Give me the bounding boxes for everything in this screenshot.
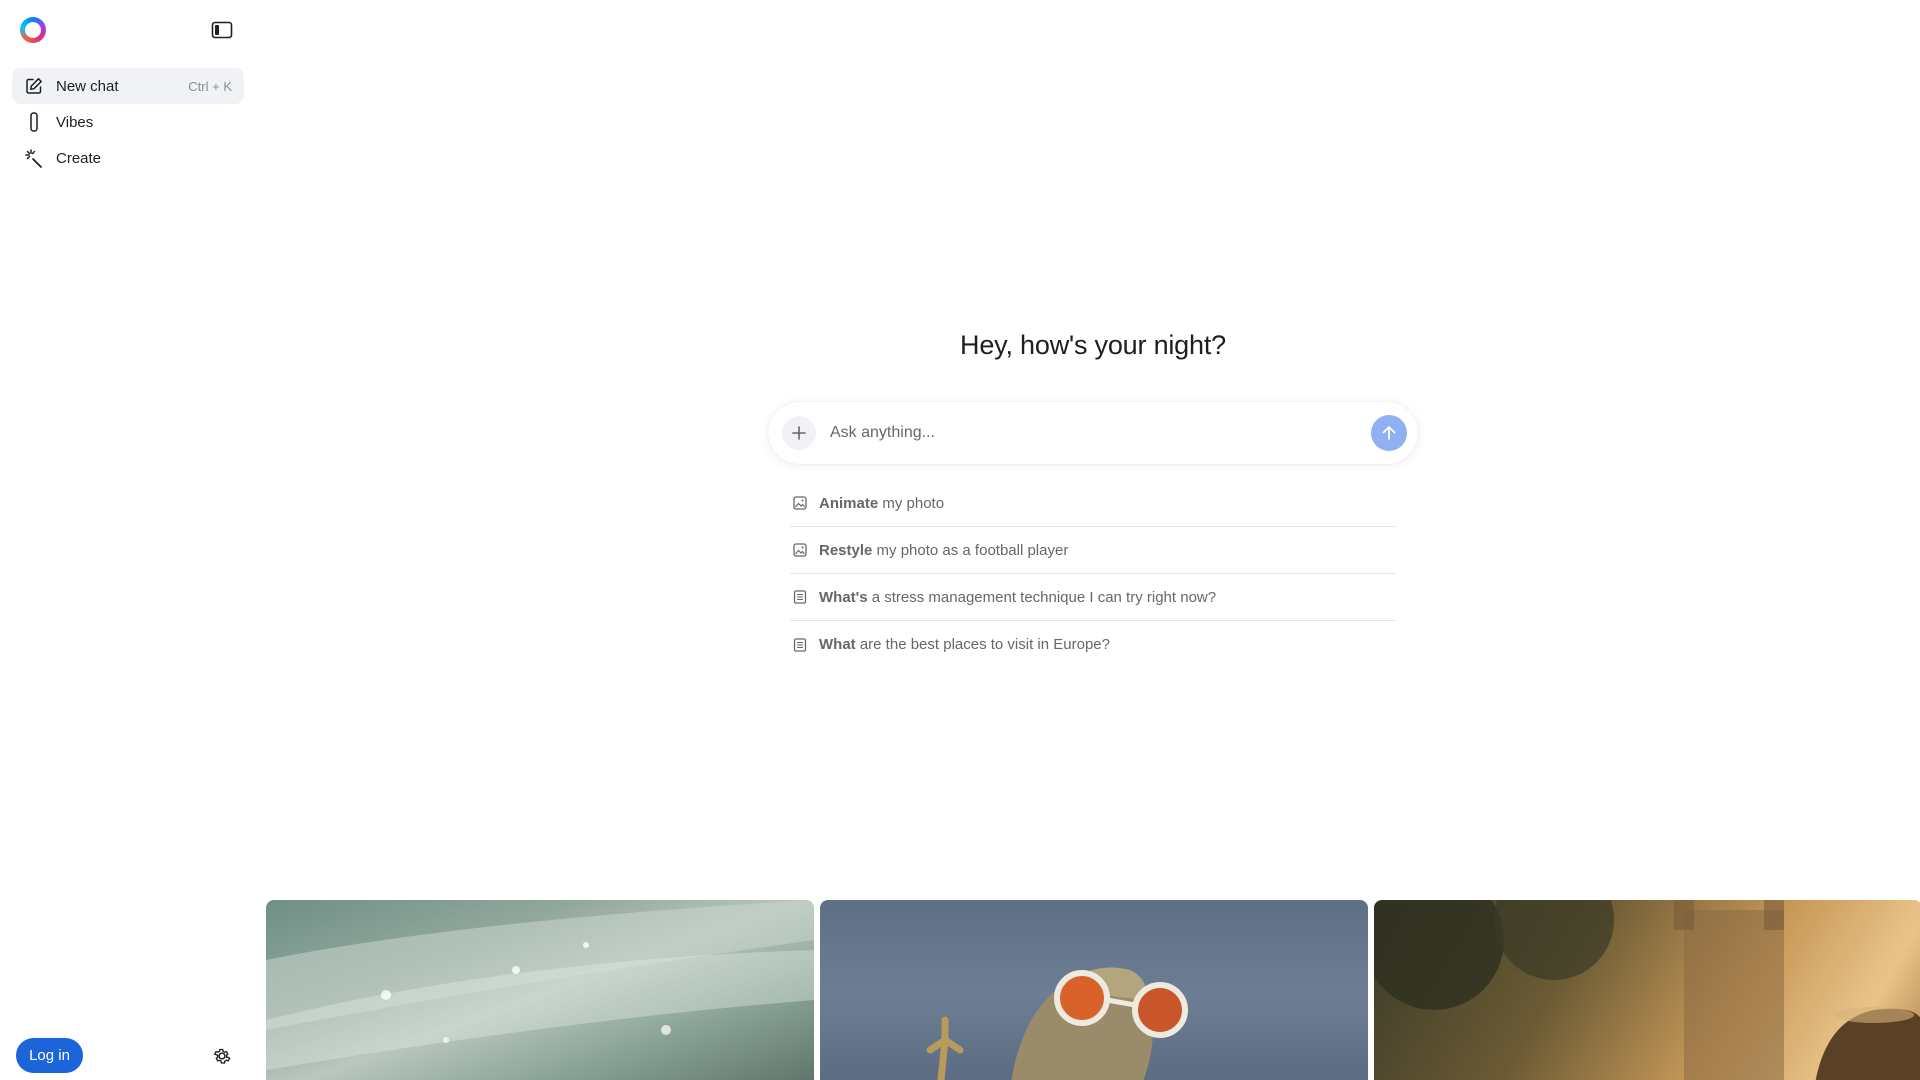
document-icon — [792, 637, 808, 653]
suggestion-list: Animate my photo Restyle my photo as a f… — [790, 480, 1396, 668]
sparkle-wand-icon — [24, 148, 44, 168]
ask-input[interactable] — [830, 418, 1330, 448]
suggestion-text: a stress management technique I can try … — [867, 588, 1217, 606]
suggestion-text: my photo as a football player — [872, 541, 1069, 559]
login-button[interactable]: Log in — [16, 1038, 83, 1073]
suggestion-item[interactable]: Restyle my photo as a football player — [790, 527, 1396, 574]
fountain-building-image — [1374, 900, 1920, 1080]
sidebar: New chat Ctrl + K Vibes Create Log in — [0, 0, 258, 1080]
plus-icon — [792, 426, 806, 440]
sidebar-item-vibes[interactable]: Vibes — [12, 104, 244, 140]
sidebar-item-new-chat[interactable]: New chat Ctrl + K — [12, 68, 244, 104]
gear-icon[interactable] — [210, 1044, 234, 1068]
suggestion-item[interactable]: What are the best places to visit in Eur… — [790, 621, 1396, 668]
suggestion-item[interactable]: What's a stress management technique I c… — [790, 574, 1396, 621]
sidebar-item-label: Create — [56, 149, 102, 167]
sidebar-toggle-icon[interactable] — [208, 18, 236, 42]
keyboard-shortcut: Ctrl + K — [188, 78, 232, 94]
suggestion-bold: Restyle — [819, 541, 873, 559]
suggestion-bold: What — [819, 636, 856, 653]
suggestion-text: are the best places to visit in Europe? — [855, 636, 1110, 653]
feed-image-card[interactable] — [820, 900, 1368, 1080]
feed-image-card[interactable] — [1374, 900, 1920, 1080]
image-icon — [792, 495, 808, 511]
send-button[interactable] — [1371, 415, 1407, 451]
sidebar-item-create[interactable]: Create — [12, 140, 244, 176]
phone-icon — [24, 112, 44, 132]
suggestion-bold: Animate — [819, 494, 879, 512]
sidebar-nav: New chat Ctrl + K Vibes Create — [12, 68, 244, 176]
sidebar-item-label: Vibes — [56, 113, 94, 131]
greeting-heading: Hey, how's your night? — [960, 330, 1226, 360]
feed-image-card[interactable] — [266, 900, 814, 1080]
meta-ai-logo-icon[interactable] — [20, 17, 46, 43]
arrow-up-icon — [1382, 426, 1396, 440]
suggestion-item[interactable]: Animate my photo — [790, 480, 1396, 527]
lizard-sunglasses-image — [926, 967, 1188, 1080]
document-icon — [792, 589, 808, 605]
sparkling-hair-image — [266, 900, 814, 1070]
suggestion-text: my photo — [878, 494, 945, 512]
sidebar-item-label: New chat — [56, 77, 119, 95]
image-icon — [792, 542, 808, 558]
chat-composer — [768, 402, 1418, 464]
edit-icon — [24, 76, 44, 96]
suggestion-bold: What's — [819, 588, 868, 606]
add-attachment-button[interactable] — [782, 416, 816, 450]
